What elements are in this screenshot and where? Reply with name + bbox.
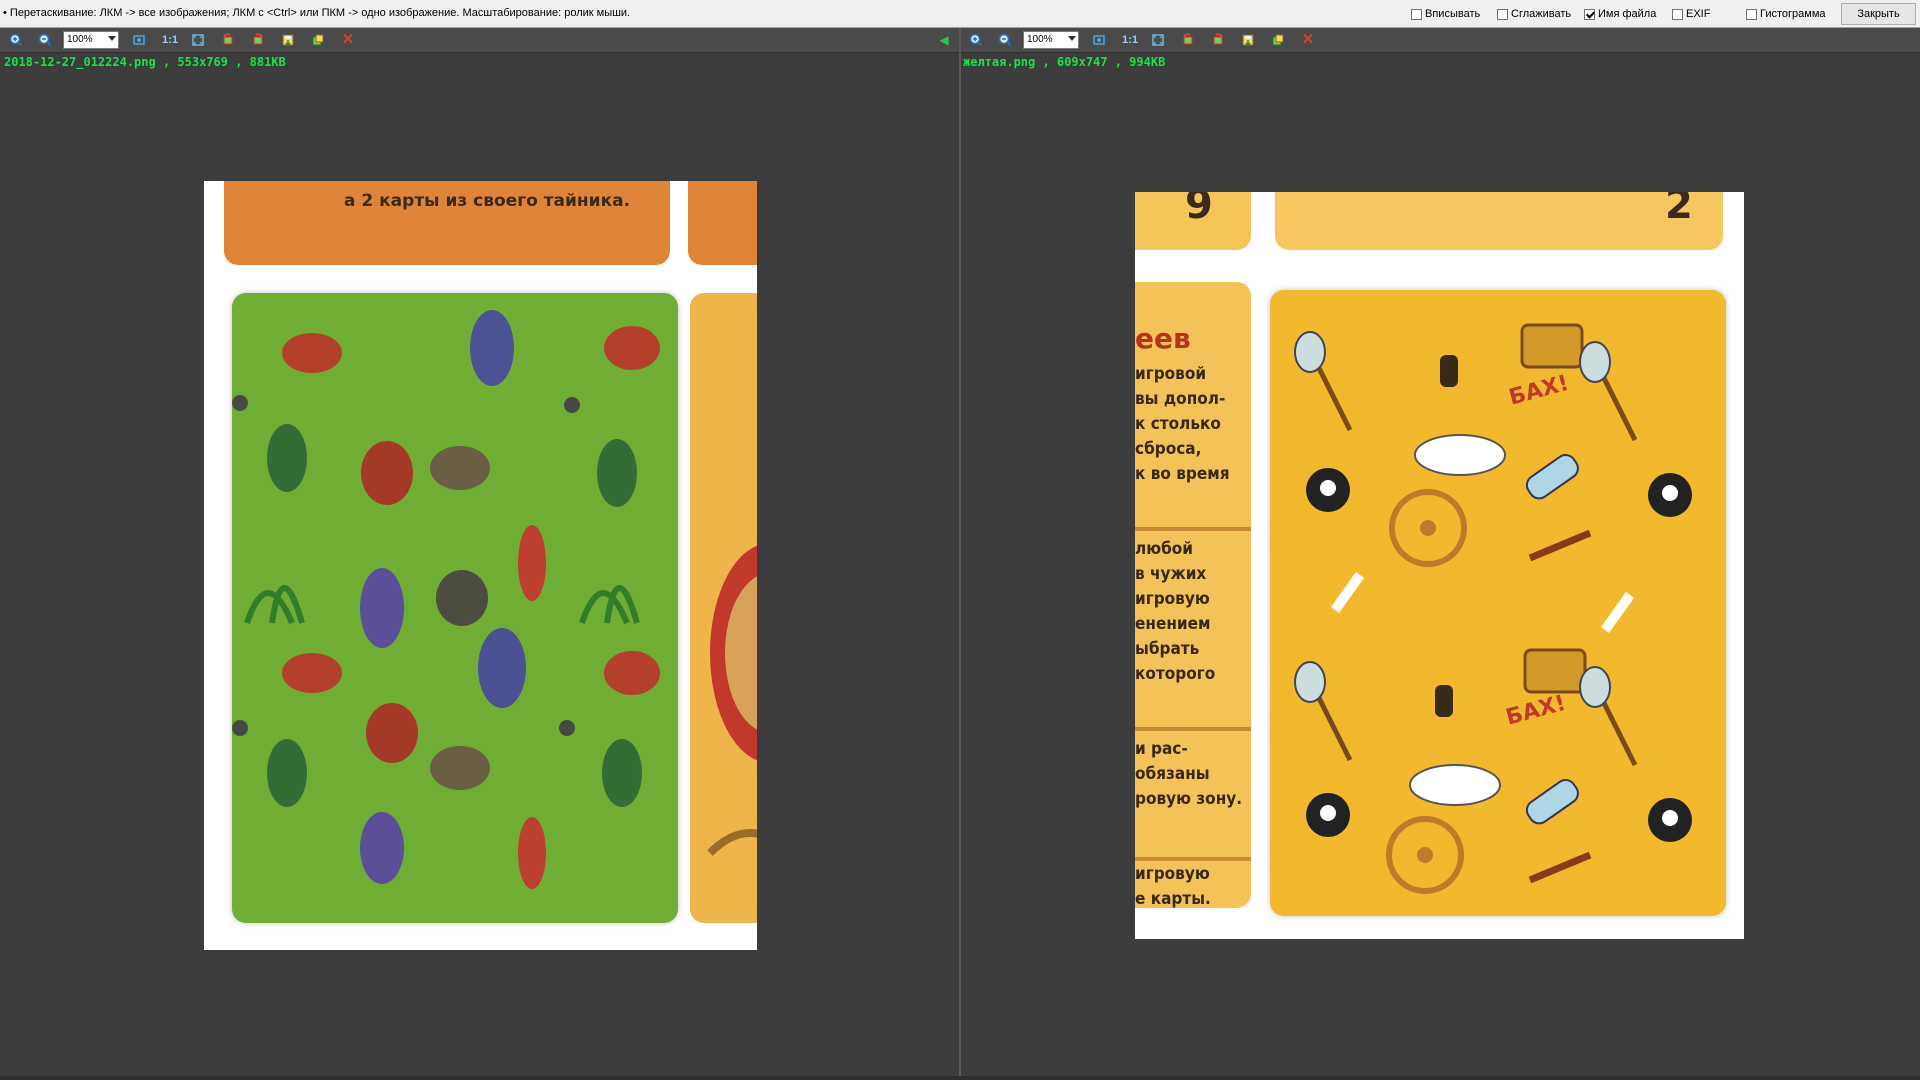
zoom-out-icon[interactable] [997,32,1013,48]
text-line: ровую зону. [1135,789,1243,809]
fit-window-icon[interactable] [131,32,147,48]
zoom-select[interactable]: 100% [63,31,119,49]
rotate-right-icon[interactable] [250,32,266,48]
text-line: е карты. [1135,889,1211,908]
panel-divider[interactable] [959,28,961,1080]
zoom-value: 100% [1027,34,1053,45]
top-info-bar: • Перетаскивание: ЛКМ -> все изображения… [0,0,1920,28]
option-smooth[interactable]: Сглаживать [1497,7,1571,21]
left-image[interactable]: а 2 карты из своего тайника. [204,181,757,950]
fit-checkbox[interactable] [1411,8,1422,20]
sfx-text: БАХ! [1506,371,1571,411]
status-strip [0,1076,1920,1080]
pirate-pattern [232,310,660,889]
left-toolbar: 100% 1:1 ✕ ◀ [0,28,959,53]
option-fit[interactable]: Вписывать [1411,7,1480,21]
pirate-items-pattern: БАХ! БАХ! [1294,323,1692,894]
exif-checkbox[interactable] [1672,8,1683,20]
fit-frame-icon[interactable] [1150,32,1166,48]
zoom-select[interactable]: 100% [1023,31,1079,49]
histogram-checkbox[interactable] [1746,8,1757,20]
text-line: игровую [1135,864,1210,884]
fit-window-icon[interactable] [1091,32,1107,48]
copy-icon[interactable] [1270,32,1286,48]
usage-hint: • Перетаскивание: ЛКМ -> все изображения… [3,7,631,19]
text-line: обязаны [1135,764,1210,784]
text-line: игровой [1135,364,1207,384]
right-image[interactable]: 9 2 еев игровой вы допол- к столько сбро… [1135,192,1744,939]
save-icon[interactable] [1240,32,1256,48]
text-line: к во время [1135,464,1230,484]
text-line: в чужих [1135,564,1207,584]
rules-card: еев игровой вы допол- к столько сброса, … [1135,282,1251,908]
text-line: ыбрать [1135,639,1200,659]
close-icon[interactable]: ✕ [1300,32,1316,48]
yellow-card-back: БАХ! БАХ! [1270,290,1726,916]
exif-label: EXIF [1686,8,1711,20]
actual-size-button[interactable]: 1:1 [1120,32,1140,48]
left-file-info: 2018-12-27_012224.png , 553x769 , 881KB [4,55,286,69]
text-line: вы допол- [1135,389,1226,409]
text-line: игровую [1135,589,1210,609]
orange-card-edge [688,181,757,265]
text-line: сброса, [1135,439,1202,459]
zoom-in-icon[interactable] [968,32,984,48]
right-toolbar: 100% 1:1 ✕ [961,28,1920,53]
option-filename[interactable]: Имя файла [1584,7,1656,21]
green-card-back [232,293,678,923]
card-number: 9 [1185,192,1213,228]
right-file-info: желтая.png , 609x747 , 994KB [963,55,1166,69]
save-icon[interactable] [280,32,296,48]
sync-arrow-icon[interactable]: ◀ [936,32,952,48]
copy-icon[interactable] [310,32,326,48]
text-line: которого [1135,664,1216,684]
text-line: любой [1135,539,1193,559]
text-line: и рас- [1135,739,1188,759]
card-number: 2 [1665,192,1693,228]
smooth-checkbox[interactable] [1497,8,1508,20]
chevron-down-icon [1068,36,1076,41]
zoom-out-icon[interactable] [37,32,53,48]
close-icon[interactable]: ✕ [340,32,356,48]
top-left-card: 9 [1135,192,1251,250]
card-text: а 2 карты из своего тайника. [344,191,631,211]
chevron-down-icon [108,36,116,41]
filename-label: Имя файла [1598,8,1657,20]
option-histogram[interactable]: Гистограмма [1746,7,1826,21]
top-right-card: 2 [1275,192,1723,250]
rotate-left-icon[interactable] [1180,32,1196,48]
close-button[interactable]: Закрыть [1841,3,1916,25]
text-line: к столько [1135,414,1221,434]
text-line: енением [1135,614,1211,634]
fit-label: Вписывать [1425,8,1481,20]
yellow-card-edge [690,293,757,923]
zoom-in-icon[interactable] [8,32,24,48]
fit-frame-icon[interactable] [190,32,206,48]
actual-size-button[interactable]: 1:1 [160,32,180,48]
card-heading: еев [1135,322,1191,355]
rotate-left-icon[interactable] [220,32,236,48]
zoom-value: 100% [67,34,93,45]
rotate-right-icon[interactable] [1210,32,1226,48]
option-exif[interactable]: EXIF [1672,7,1710,21]
sfx-text: БАХ! [1503,691,1568,731]
histogram-label: Гистограмма [1760,8,1826,20]
filename-checkbox[interactable] [1584,8,1595,20]
smooth-label: Сглаживать [1511,8,1572,20]
orange-card: а 2 карты из своего тайника. [224,181,670,265]
